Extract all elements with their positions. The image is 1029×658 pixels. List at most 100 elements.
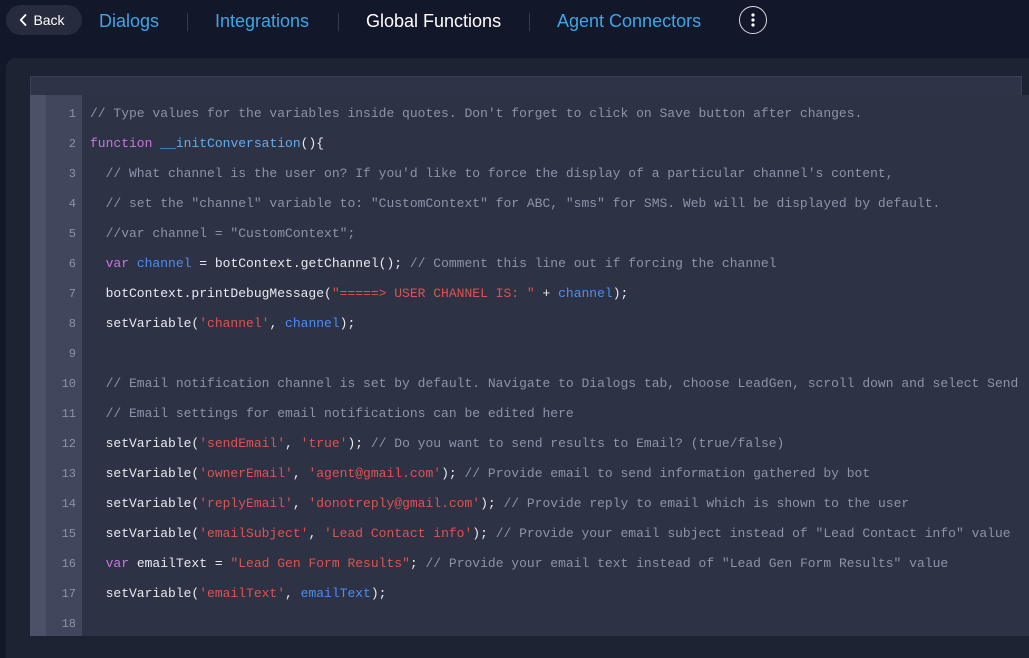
code-line[interactable]: 5 //var channel = "CustomContext";	[30, 219, 1029, 249]
code-token: );	[441, 466, 465, 481]
code-token: (){	[300, 136, 325, 151]
code-token: 'Lead Contact info'	[324, 526, 473, 541]
line-number: 2	[68, 137, 76, 151]
line-number: 12	[61, 437, 76, 451]
code-token: 'ownerEmail'	[199, 466, 293, 481]
code-line[interactable]: 4 // set the "channel" variable to: "Cus…	[30, 189, 1029, 219]
code-line[interactable]: 12 setVariable('sendEmail', 'true'); // …	[30, 429, 1029, 459]
vertical-dots-icon	[751, 13, 755, 27]
line-number: 4	[68, 197, 76, 211]
code-token: +	[534, 286, 559, 301]
code-token: // Email notification channel is set by …	[90, 376, 1019, 391]
code-token: ,	[285, 586, 301, 601]
code-text: setVariable('sendEmail', 'true'); // Do …	[90, 429, 785, 459]
code-token: setVariable(	[90, 316, 200, 331]
code-line[interactable]: 10 // Email notification channel is set …	[30, 369, 1029, 399]
line-number: 8	[68, 317, 76, 331]
line-number: 10	[61, 377, 76, 391]
code-text: setVariable('emailText', emailText);	[90, 579, 387, 609]
code-token: );	[347, 436, 371, 451]
code-token: function	[90, 136, 153, 151]
code-token: var	[105, 556, 130, 571]
code-token: = botContext.getChannel();	[191, 256, 410, 271]
code-token: );	[339, 316, 356, 331]
code-line[interactable]: 17 setVariable('emailText', emailText);	[30, 579, 1029, 609]
tab-divider	[529, 13, 530, 31]
code-text: // Email notification channel is set by …	[90, 369, 1019, 399]
code-token: 'true'	[300, 436, 348, 451]
line-number: 3	[68, 167, 76, 181]
code-text: var emailText = "Lead Gen Form Results";…	[90, 549, 949, 579]
code-line[interactable]: 11 // Email settings for email notificat…	[30, 399, 1029, 429]
line-number: 13	[61, 467, 76, 481]
code-text: setVariable('channel', channel);	[90, 309, 356, 339]
tab-divider	[338, 13, 339, 31]
code-text: var channel = botContext.getChannel(); /…	[90, 249, 777, 279]
code-token: var	[105, 256, 130, 271]
code-line[interactable]: 3 // What channel is the user on? If you…	[30, 159, 1029, 189]
chevron-left-icon	[20, 14, 27, 26]
code-line[interactable]: 2 function __initConversation(){	[30, 129, 1029, 159]
code-token: channel	[285, 316, 340, 331]
tab-global-functions[interactable]: Global Functions	[366, 11, 501, 32]
line-number: 6	[68, 257, 76, 271]
tab-integrations[interactable]: Integrations	[215, 11, 309, 32]
code-token: // Provide email to send information gat…	[464, 466, 871, 481]
back-button-label: Back	[33, 12, 65, 28]
tab-divider	[187, 13, 188, 31]
code-line[interactable]: 15 setVariable('emailSubject', 'Lead Con…	[30, 519, 1029, 549]
code-text: botContext.printDebugMessage("=====> USE…	[90, 279, 629, 309]
top-navigation: Back Dialogs Integrations Global Functio…	[0, 0, 1029, 58]
line-number: 5	[68, 227, 76, 241]
code-line[interactable]: 8 setVariable('channel', channel);	[30, 309, 1029, 339]
code-line[interactable]: 9	[30, 339, 1029, 369]
code-token: // set the "channel" variable to: "Custo…	[90, 196, 941, 211]
tab-agent-connectors[interactable]: Agent Connectors	[557, 11, 701, 32]
code-token: // Type values for the variables inside …	[90, 106, 863, 121]
code-token: 'channel'	[199, 316, 270, 331]
line-number: 14	[61, 497, 76, 511]
more-options-button[interactable]	[739, 6, 767, 34]
code-line[interactable]: 14 setVariable('replyEmail', 'donotreply…	[30, 489, 1029, 519]
back-button[interactable]: Back	[6, 5, 82, 35]
code-line[interactable]: 16 var emailText = "Lead Gen Form Result…	[30, 549, 1029, 579]
line-number: 15	[61, 527, 76, 541]
code-token: // What channel is the user on? If you'd…	[90, 166, 894, 181]
line-number: 17	[61, 587, 76, 601]
code-token: __initConversation	[160, 136, 301, 151]
code-token: ,	[285, 436, 301, 451]
code-token: ;	[409, 556, 426, 571]
code-token: emailText =	[129, 556, 231, 571]
code-line[interactable]: 7 botContext.printDebugMessage("=====> U…	[30, 279, 1029, 309]
line-number: 1	[68, 107, 76, 121]
code-token: setVariable(	[90, 526, 200, 541]
code-text: // Type values for the variables inside …	[90, 99, 862, 129]
code-token: // Provide reply to email which is shown…	[503, 496, 910, 511]
code-text: function __initConversation(){	[90, 129, 324, 159]
code-token: ,	[269, 316, 286, 331]
code-token: setVariable(	[90, 586, 200, 601]
code-text: setVariable('emailSubject', 'Lead Contac…	[90, 519, 1011, 549]
code-token: // Email settings for email notification…	[90, 406, 574, 421]
code-line[interactable]: 13 setVariable('ownerEmail', 'agent@gmai…	[30, 459, 1029, 489]
line-number: 9	[68, 347, 76, 361]
code-token: //var channel = "CustomContext";	[90, 226, 356, 241]
code-line[interactable]: 18	[30, 609, 1029, 636]
code-token: channel	[558, 286, 613, 301]
code-line[interactable]: 6 var channel = botContext.getChannel();…	[30, 249, 1029, 279]
code-token: 'agent@gmail.com'	[308, 466, 442, 481]
code-token: // Do you want to send results to Email?…	[370, 436, 785, 451]
tab-dialogs[interactable]: Dialogs	[99, 11, 159, 32]
code-token: );	[472, 526, 496, 541]
code-token: ,	[292, 496, 309, 511]
code-text: // Email settings for email notification…	[90, 399, 574, 429]
code-token: "Lead Gen Form Results"	[230, 556, 410, 571]
line-number: 7	[68, 287, 76, 301]
code-token: channel	[136, 256, 192, 271]
code-editor[interactable]: 1 // Type values for the variables inside…	[30, 95, 1029, 636]
code-token: ,	[308, 526, 325, 541]
code-line[interactable]: 1 // Type values for the variables inside…	[30, 99, 1029, 129]
code-token: );	[370, 586, 387, 601]
code-token: // Provide your email text instead of "L…	[425, 556, 949, 571]
